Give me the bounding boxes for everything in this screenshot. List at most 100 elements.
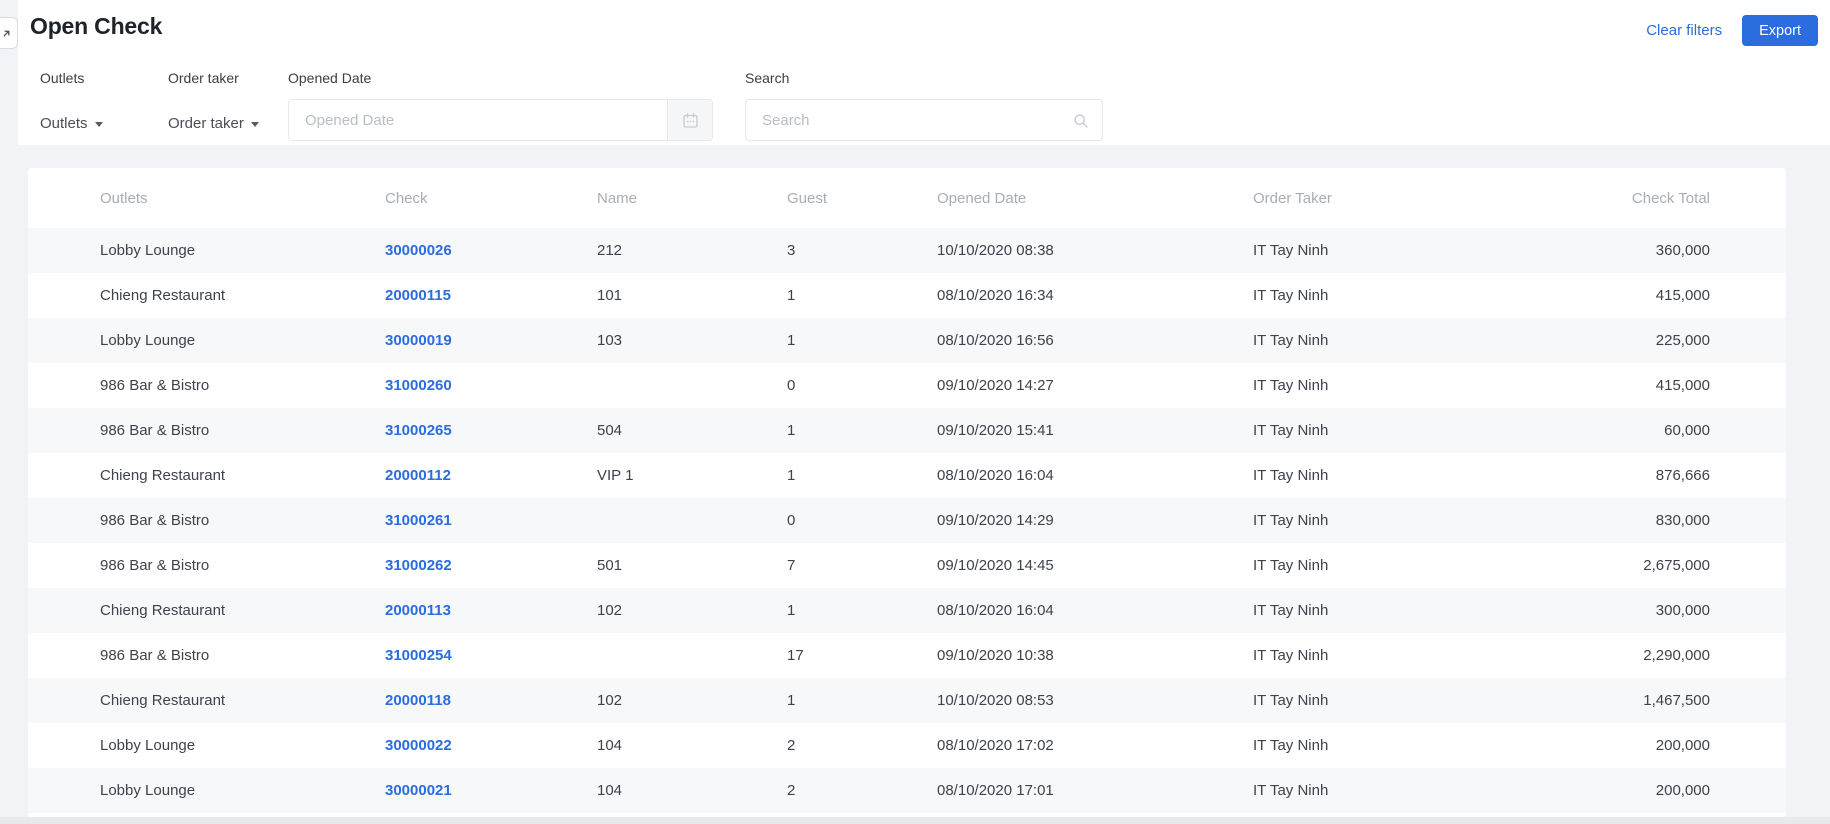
cell-order-taker: IT Tay Ninh xyxy=(1253,692,1329,709)
table-row: Lobby Lounge 30000019 103 1 08/10/2020 1… xyxy=(28,318,1786,363)
cell-guest: 7 xyxy=(787,557,796,574)
cell-guest: 0 xyxy=(787,512,796,529)
check-number-link[interactable]: 30000019 xyxy=(385,332,452,349)
cell-guest: 1 xyxy=(787,422,796,439)
filter-outlets: Outlets Outlets xyxy=(40,70,103,144)
cell-order-taker: IT Tay Ninh xyxy=(1253,557,1329,574)
cell-check: 31000265 xyxy=(385,408,597,453)
cell-guest: 0 xyxy=(787,377,796,394)
opened-date-input-wrap xyxy=(288,99,713,141)
cell-check-total: 2,290,000 xyxy=(1643,647,1710,664)
table-row: 986 Bar & Bistro 31000260 0 09/10/2020 1… xyxy=(28,363,1786,408)
cell-outlet: Chieng Restaurant xyxy=(100,602,226,619)
check-number-link[interactable]: 31000265 xyxy=(385,422,452,439)
cell-check-total: 876,666 xyxy=(1655,467,1710,484)
check-number-link[interactable]: 20000112 xyxy=(385,467,451,484)
check-number-link[interactable]: 31000262 xyxy=(385,557,452,574)
cell-outlet: Chieng Restaurant xyxy=(100,692,226,709)
outlets-dropdown[interactable]: Outlets xyxy=(40,102,103,144)
filter-search: Search xyxy=(745,70,1103,141)
cell-name: 102 xyxy=(597,602,623,619)
cell-check: 20000118 xyxy=(385,678,597,723)
expand-panel-button[interactable] xyxy=(0,17,18,49)
table-row: Chieng Restaurant 20000115 101 1 08/10/2… xyxy=(28,273,1786,318)
cell-name: 104 xyxy=(597,737,623,754)
order-taker-dropdown[interactable]: Order taker xyxy=(168,102,259,144)
cell-check: 31000260 xyxy=(385,363,597,408)
horizontal-scrollbar-track[interactable] xyxy=(0,817,1830,824)
table-row: Chieng Restaurant 20000112 VIP 1 1 08/10… xyxy=(28,453,1786,498)
table-row: 986 Bar & Bistro 31000265 504 1 09/10/20… xyxy=(28,408,1786,453)
check-number-link[interactable]: 31000254 xyxy=(385,647,452,664)
column-header-opened-date: Opened Date xyxy=(937,189,1027,207)
cell-order-taker: IT Tay Ninh xyxy=(1253,467,1329,484)
cell-check-total: 1,467,500 xyxy=(1643,692,1710,709)
cell-outlet: 986 Bar & Bistro xyxy=(100,377,210,394)
cell-guest: 1 xyxy=(787,467,796,484)
cell-name xyxy=(597,498,787,543)
cell-guest: 1 xyxy=(787,287,796,304)
clear-filters-link[interactable]: Clear filters xyxy=(1646,22,1722,39)
table-row: Lobby Lounge 30000021 104 2 08/10/2020 1… xyxy=(28,768,1786,813)
check-number-link[interactable]: 20000118 xyxy=(385,692,451,709)
column-header-outlets: Outlets xyxy=(100,189,148,207)
column-header-check: Check xyxy=(385,189,428,207)
column-header-name: Name xyxy=(597,189,638,207)
export-button[interactable]: Export xyxy=(1742,15,1818,46)
cell-order-taker: IT Tay Ninh xyxy=(1253,737,1329,754)
table-row: Chieng Restaurant 20000118 102 1 10/10/2… xyxy=(28,678,1786,723)
check-number-link[interactable]: 20000115 xyxy=(385,287,451,304)
cell-check-total: 415,000 xyxy=(1655,287,1710,304)
opened-date-calendar-button[interactable] xyxy=(667,100,712,140)
cell-name: 104 xyxy=(597,782,623,799)
cell-name: VIP 1 xyxy=(597,467,634,484)
search-input[interactable] xyxy=(746,100,1102,140)
calendar-icon xyxy=(682,112,699,129)
cell-guest: 2 xyxy=(787,782,796,799)
check-number-link[interactable]: 20000113 xyxy=(385,602,451,619)
cell-check-total: 2,675,000 xyxy=(1643,557,1710,574)
check-number-link[interactable]: 30000021 xyxy=(385,782,452,799)
cell-outlet: 986 Bar & Bistro xyxy=(100,557,210,574)
column-header-check-total: Check Total xyxy=(1631,189,1710,207)
cell-order-taker: IT Tay Ninh xyxy=(1253,242,1329,259)
opened-date-input[interactable] xyxy=(289,100,667,140)
filter-opened-date: Opened Date xyxy=(288,70,713,141)
table-row: 986 Bar & Bistro 31000261 0 09/10/2020 1… xyxy=(28,498,1786,543)
cell-guest: 1 xyxy=(787,332,796,349)
cell-opened-date: 08/10/2020 16:34 xyxy=(937,287,1054,304)
cell-outlet: Lobby Lounge xyxy=(100,782,196,799)
cell-check-total: 830,000 xyxy=(1655,512,1710,529)
cell-outlet: 986 Bar & Bistro xyxy=(100,647,210,664)
column-header-guest: Guest xyxy=(787,189,828,207)
cell-name: 101 xyxy=(597,287,623,304)
cell-guest: 1 xyxy=(787,692,796,709)
cell-order-taker: IT Tay Ninh xyxy=(1253,602,1329,619)
cell-outlet: 986 Bar & Bistro xyxy=(100,512,210,529)
order-taker-dropdown-value: Order taker xyxy=(168,114,244,132)
check-number-link[interactable]: 30000026 xyxy=(385,242,452,259)
cell-opened-date: 08/10/2020 16:56 xyxy=(937,332,1054,349)
filter-order-taker: Order taker Order taker xyxy=(168,70,259,144)
table-row: Chieng Restaurant 20000113 102 1 08/10/2… xyxy=(28,588,1786,633)
outlets-dropdown-value: Outlets xyxy=(40,114,88,132)
cell-check-total: 60,000 xyxy=(1664,422,1710,439)
cell-outlet: Chieng Restaurant xyxy=(100,287,226,304)
check-number-link[interactable]: 30000022 xyxy=(385,737,452,754)
cell-order-taker: IT Tay Ninh xyxy=(1253,377,1329,394)
open-check-table: Outlets Check Name Guest Opened Date Ord… xyxy=(28,168,1786,813)
cell-check: 31000254 xyxy=(385,633,597,678)
check-number-link[interactable]: 31000261 xyxy=(385,512,452,529)
cell-outlet: Lobby Lounge xyxy=(100,242,196,259)
cell-check: 31000261 xyxy=(385,498,597,543)
cell-guest: 17 xyxy=(787,647,804,664)
chevron-down-icon xyxy=(250,121,259,127)
cell-guest: 3 xyxy=(787,242,796,259)
cell-opened-date: 09/10/2020 14:29 xyxy=(937,512,1054,529)
cell-name: 103 xyxy=(597,332,623,349)
cell-opened-date: 09/10/2020 15:41 xyxy=(937,422,1054,439)
cell-name xyxy=(597,633,787,678)
cell-check: 30000026 xyxy=(385,228,597,273)
order-taker-filter-label: Order taker xyxy=(168,70,239,86)
check-number-link[interactable]: 31000260 xyxy=(385,377,452,394)
